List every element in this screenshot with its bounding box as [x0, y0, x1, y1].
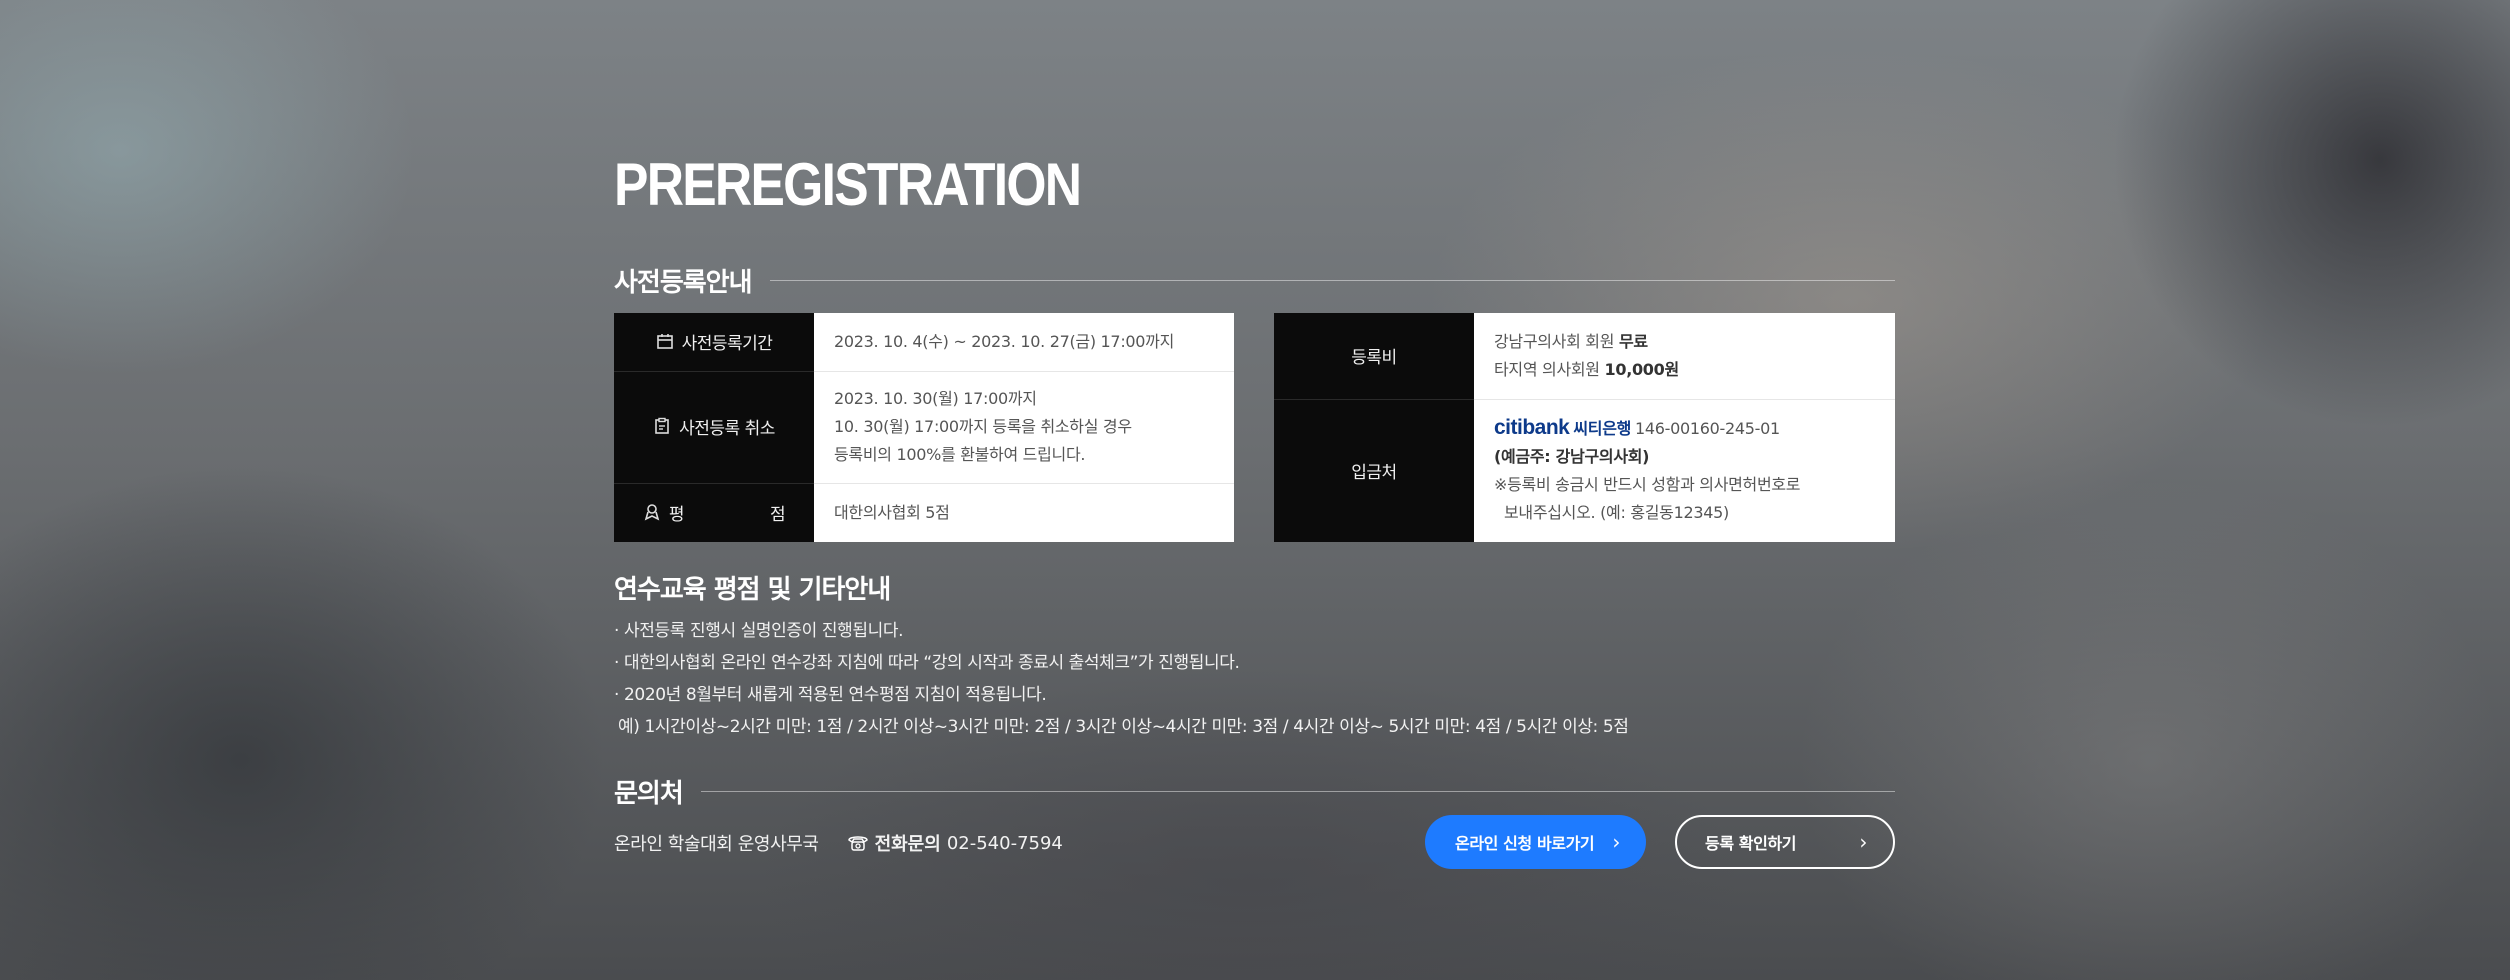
phone-number[interactable]: 02-540-7594: [947, 833, 1063, 854]
cancel-line: 등록비의 100%를 환불하여 드립니다.: [834, 445, 1086, 464]
deposit-note-1: ※등록비 송금시 반드시 성함과 의사면허번호로: [1494, 475, 1801, 495]
cme-notes: · 사전등록 진행시 실명인증이 진행됩니다. · 대한의사협회 온라인 연수강…: [614, 615, 1629, 743]
account-holder: (예금주: 강남구의사회): [1494, 447, 1650, 467]
online-apply-button[interactable]: 온라인 신청 바로가기 ›: [1425, 815, 1646, 869]
deposit-row: 입금처 citibank 씨티은행 146-00160-245-01 (예금주:…: [1274, 399, 1895, 542]
period-label: 사전등록기간: [681, 333, 773, 354]
fee-line1-strong: 무료: [1618, 331, 1648, 351]
score-label-a: 평: [668, 504, 685, 525]
contact-section-title: 문의처: [614, 778, 684, 809]
chevron-right-icon: ›: [1612, 830, 1620, 854]
phone-icon: [847, 836, 868, 851]
deposit-value: citibank 씨티은행 146-00160-245-01 (예금주: 강남구…: [1474, 399, 1895, 542]
fee-row: 등록비 강남구의사회 회원 무료 타지역 의사회원 10,000원: [1274, 313, 1895, 400]
bank-name: 씨티은행: [1573, 419, 1632, 439]
registration-check-button[interactable]: 등록 확인하기 ›: [1675, 815, 1895, 869]
cme-section-header: 연수교육 평점 및 기타안내: [614, 567, 1895, 607]
cancel-header: 사전등록 취소: [614, 371, 814, 484]
contact-section-header: 문의처: [614, 771, 1895, 811]
fee-line2-text: 타지역 의사회원: [1494, 359, 1600, 379]
contact-row: 온라인 학술대회 운영사무국 전화문의 02-540-7594 온라인 신청 바…: [614, 815, 1895, 871]
calendar-icon: [656, 334, 673, 349]
fee-info-table: 등록비 강남구의사회 회원 무료 타지역 의사회원 10,000원 입금처 ci…: [1274, 313, 1895, 542]
cme-section-title: 연수교육 평점 및 기타안내: [614, 574, 891, 605]
chevron-right-icon: ›: [1859, 830, 1867, 854]
period-header: 사전등록기간: [614, 313, 814, 372]
prereg-info-table: 사전등록기간 2023. 10. 4(수) ~ 2023. 10. 27(금) …: [614, 313, 1234, 542]
clipboard-icon: [655, 418, 669, 435]
registration-check-label: 등록 확인하기: [1705, 834, 1797, 853]
preregistration-section: PREREGISTRATION 사전등록안내 사전등록기간 2023. 10. …: [614, 0, 1895, 980]
deposit-header: 입금처: [1274, 399, 1474, 542]
period-value: 2023. 10. 4(수) ~ 2023. 10. 27(금) 17:00까지: [814, 313, 1234, 372]
online-apply-label: 온라인 신청 바로가기: [1455, 834, 1595, 853]
fee-value: 강남구의사회 회원 무료 타지역 의사회원 10,000원: [1474, 313, 1895, 400]
note-item: · 사전등록 진행시 실명인증이 진행됩니다.: [614, 621, 904, 641]
score-label-b: 점: [770, 504, 786, 525]
contact-phone: 전화문의 02-540-7594: [847, 830, 1063, 856]
score-value: 대한의사협회 5점: [814, 483, 1234, 542]
account-number: 146-00160-245-01: [1635, 419, 1780, 439]
page-title: PREREGISTRATION: [614, 151, 1082, 218]
fee-line1-text: 강남구의사회 회원: [1494, 331, 1615, 351]
section-divider: [769, 279, 1895, 281]
period-row: 사전등록기간 2023. 10. 4(수) ~ 2023. 10. 27(금) …: [614, 313, 1234, 372]
prereg-section-header: 사전등록안내: [614, 260, 1895, 300]
note-item: · 2020년 8월부터 새롭게 적용된 연수평점 지침이 적용됩니다.: [614, 685, 1047, 705]
note-item: · 대한의사협회 온라인 연수강좌 지침에 따라 “강의 시작과 종료시 출석체…: [614, 653, 1240, 673]
cancel-label: 사전등록 취소: [679, 418, 775, 439]
fee-header: 등록비: [1274, 313, 1474, 400]
cancel-value: 2023. 10. 30(월) 17:00까지 10. 30(월) 17:00까…: [814, 371, 1234, 484]
score-header: 평 점: [614, 483, 814, 542]
cancel-row: 사전등록 취소 2023. 10. 30(월) 17:00까지 10. 30(월…: [614, 371, 1234, 484]
score-row: 평 점 대한의사협회 5점: [614, 483, 1234, 542]
section-divider: [700, 790, 1895, 792]
contact-org: 온라인 학술대회 운영사무국: [614, 834, 819, 855]
award-icon: [644, 504, 660, 521]
fee-line2-strong: 10,000원: [1604, 359, 1680, 379]
phone-label: 전화문의: [874, 834, 941, 855]
citibank-logo: citibank: [1494, 416, 1570, 440]
cancel-line: 10. 30(월) 17:00까지 등록을 취소하실 경우: [834, 417, 1132, 436]
cancel-line: 2023. 10. 30(월) 17:00까지: [834, 389, 1037, 408]
note-item: 예) 1시간이상~2시간 미만: 1점 / 2시간 이상~3시간 미만: 2점 …: [618, 717, 1629, 737]
prereg-section-title: 사전등록안내: [614, 267, 753, 298]
deposit-note-2: 보내주십시오. (예: 홍길동12345): [1504, 503, 1729, 523]
